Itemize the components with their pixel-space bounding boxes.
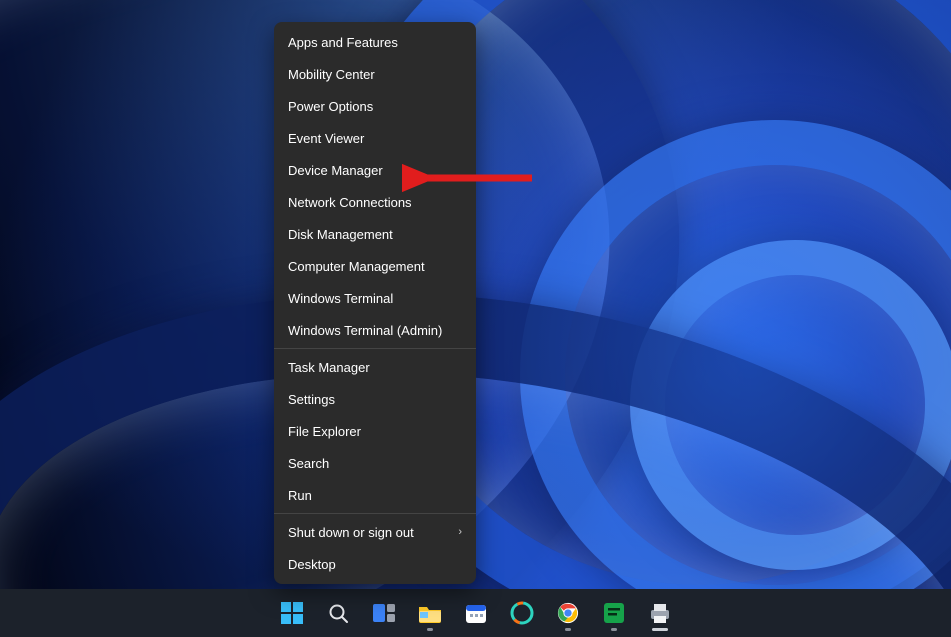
menu-item-event-viewer[interactable]: Event Viewer xyxy=(274,122,476,154)
menu-item-label: Mobility Center xyxy=(288,67,375,82)
menu-item-label: Windows Terminal xyxy=(288,291,393,306)
menu-item-network-connections[interactable]: Network Connections xyxy=(274,186,476,218)
menu-item-apps-features[interactable]: Apps and Features xyxy=(274,26,476,58)
printer-icon xyxy=(648,602,672,624)
menu-item-settings[interactable]: Settings xyxy=(274,383,476,415)
search-button[interactable] xyxy=(318,593,358,633)
menu-item-file-explorer[interactable]: File Explorer xyxy=(274,415,476,447)
calendar-icon xyxy=(465,602,487,624)
menu-item-label: Search xyxy=(288,456,329,471)
octave-icon xyxy=(510,601,534,625)
desktop-wallpaper[interactable]: Apps and Features Mobility Center Power Op… xyxy=(0,0,951,637)
taskbar xyxy=(0,589,951,637)
devices-printers-button[interactable] xyxy=(640,593,680,633)
menu-item-windows-terminal[interactable]: Windows Terminal xyxy=(274,282,476,314)
menu-item-label: Network Connections xyxy=(288,195,412,210)
menu-item-label: Apps and Features xyxy=(288,35,398,50)
task-view-icon xyxy=(372,603,396,623)
chrome-icon xyxy=(557,602,579,624)
menu-item-windows-terminal-admin[interactable]: Windows Terminal (Admin) xyxy=(274,314,476,346)
menu-item-label: Windows Terminal (Admin) xyxy=(288,323,442,338)
start-button[interactable] xyxy=(272,593,312,633)
menu-item-desktop[interactable]: Desktop xyxy=(274,548,476,580)
menu-separator xyxy=(274,513,476,514)
task-view-button[interactable] xyxy=(364,593,404,633)
file-explorer-button[interactable] xyxy=(410,593,450,633)
menu-separator xyxy=(274,348,476,349)
menu-item-search[interactable]: Search xyxy=(274,447,476,479)
menu-item-label: Run xyxy=(288,488,312,503)
chevron-right-icon: › xyxy=(458,526,462,538)
menu-item-label: Settings xyxy=(288,392,335,407)
menu-item-task-manager[interactable]: Task Manager xyxy=(274,351,476,383)
menu-item-label: File Explorer xyxy=(288,424,361,439)
windows-logo-icon xyxy=(281,602,303,624)
menu-item-shut-down[interactable]: Shut down or sign out › xyxy=(274,516,476,548)
menu-item-device-manager[interactable]: Device Manager xyxy=(274,154,476,186)
folder-icon xyxy=(418,603,442,623)
menu-item-label: Desktop xyxy=(288,557,336,572)
chrome-button[interactable] xyxy=(548,593,588,633)
menu-item-mobility-center[interactable]: Mobility Center xyxy=(274,58,476,90)
menu-item-label: Task Manager xyxy=(288,360,370,375)
menu-item-disk-management[interactable]: Disk Management xyxy=(274,218,476,250)
menu-item-label: Disk Management xyxy=(288,227,393,242)
menu-item-label: Device Manager xyxy=(288,163,383,178)
menu-item-label: Computer Management xyxy=(288,259,425,274)
gnu-octave-button[interactable] xyxy=(502,593,542,633)
menu-item-run[interactable]: Run xyxy=(274,479,476,511)
menu-item-label: Shut down or sign out xyxy=(288,525,414,540)
winx-context-menu: Apps and Features Mobility Center Power Op… xyxy=(274,22,476,584)
dev-app-button[interactable] xyxy=(594,593,634,633)
menu-item-label: Power Options xyxy=(288,99,373,114)
search-icon xyxy=(327,602,349,624)
calendar-button[interactable] xyxy=(456,593,496,633)
menu-item-power-options[interactable]: Power Options xyxy=(274,90,476,122)
dev-app-icon xyxy=(603,602,625,624)
menu-item-computer-management[interactable]: Computer Management xyxy=(274,250,476,282)
menu-item-label: Event Viewer xyxy=(288,131,364,146)
